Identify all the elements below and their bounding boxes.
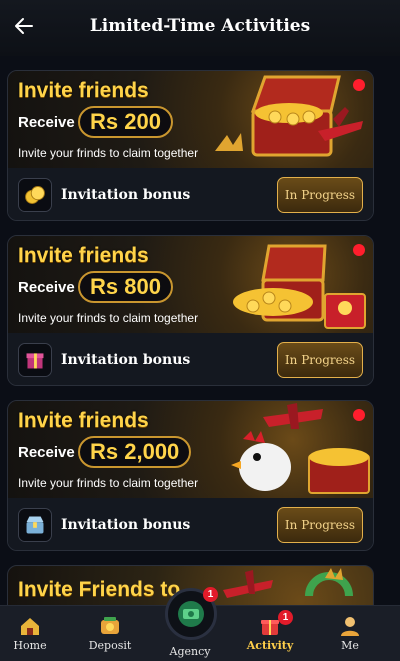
plane-illustration xyxy=(223,568,353,598)
tab-label: Agency xyxy=(169,645,211,658)
reward-amount: Rs 2,000 xyxy=(78,436,192,468)
me-icon xyxy=(341,617,359,636)
receive-label: Receive xyxy=(18,444,75,461)
chicken-plane-illustration xyxy=(231,403,370,494)
in-progress-button[interactable]: In Progress xyxy=(277,342,363,378)
tab-me[interactable]: Me xyxy=(310,606,390,661)
tab-label: Me xyxy=(341,639,359,652)
agency-icon xyxy=(178,601,204,627)
card-title: Invite friends xyxy=(18,409,149,432)
card-banner: Invite friends Receive Rs 2,000 Invite y… xyxy=(8,401,373,498)
tab-deposit[interactable]: Deposit xyxy=(70,606,150,661)
activity-badge: 1 xyxy=(278,610,293,625)
bonus-label: Invitation bonus xyxy=(61,187,191,203)
agency-button[interactable]: 1 xyxy=(165,587,218,640)
activity-card[interactable]: Invite friends Receive Rs 2,000 Invite y… xyxy=(7,400,374,551)
bonus-label: Invitation bonus xyxy=(61,352,191,368)
tab-activity[interactable]: 1 Activity xyxy=(230,606,310,661)
activity-card[interactable]: Invite friends Receive Rs 800 Invite you… xyxy=(7,235,374,386)
notification-dot xyxy=(353,79,365,91)
card-footer: Invitation bonus In Progress xyxy=(8,498,373,550)
tab-label: Deposit xyxy=(88,639,132,652)
card-subtitle: Invite your frinds to claim together xyxy=(18,311,199,325)
gift-box-icon xyxy=(18,343,52,377)
reward-amount: Rs 200 xyxy=(78,106,173,138)
header: Limited-Time Activities xyxy=(0,0,400,56)
notification-dot xyxy=(353,244,365,256)
card-footer: Invitation bonus In Progress xyxy=(8,333,373,385)
agency-badge: 1 xyxy=(203,587,218,602)
receive-label: Receive xyxy=(18,279,75,296)
reward-amount: Rs 800 xyxy=(78,271,173,303)
bottom-tab-bar: Home Deposit 1 Agency 1 Activity Me xyxy=(0,587,400,661)
in-progress-button[interactable]: In Progress xyxy=(277,177,363,213)
card-subtitle: Invite your frinds to claim together xyxy=(18,146,199,160)
tab-label: Activity xyxy=(246,639,294,652)
card-title: Invite friends xyxy=(18,244,149,267)
in-progress-button[interactable]: In Progress xyxy=(277,507,363,543)
card-subtitle: Invite your frinds to claim together xyxy=(18,476,199,490)
bonus-label: Invitation bonus xyxy=(61,517,191,533)
tab-agency[interactable]: 1 Agency xyxy=(150,587,230,661)
card-title: Invite Friends to xyxy=(18,578,181,601)
card-title: Invite friends xyxy=(18,79,149,102)
home-icon xyxy=(21,618,39,635)
activity-card[interactable]: Invite friends Receive Rs 200 Invite you… xyxy=(7,70,374,221)
tab-home[interactable]: Home xyxy=(0,606,70,661)
notification-dot xyxy=(353,409,365,421)
card-banner: Invite friends Receive Rs 800 Invite you… xyxy=(8,236,373,333)
deposit-icon xyxy=(101,617,119,634)
card-banner: Invite friends Receive Rs 200 Invite you… xyxy=(8,71,373,168)
receive-label: Receive xyxy=(18,114,75,131)
treasure-chest-icon xyxy=(18,508,52,542)
tab-label: Home xyxy=(13,639,47,652)
card-footer: Invitation bonus In Progress xyxy=(8,168,373,220)
page-title: Limited-Time Activities xyxy=(89,16,311,36)
treasure-chest-illustration xyxy=(233,244,366,329)
gold-coin-icon xyxy=(18,178,52,212)
treasure-chest-illustration xyxy=(215,75,363,157)
